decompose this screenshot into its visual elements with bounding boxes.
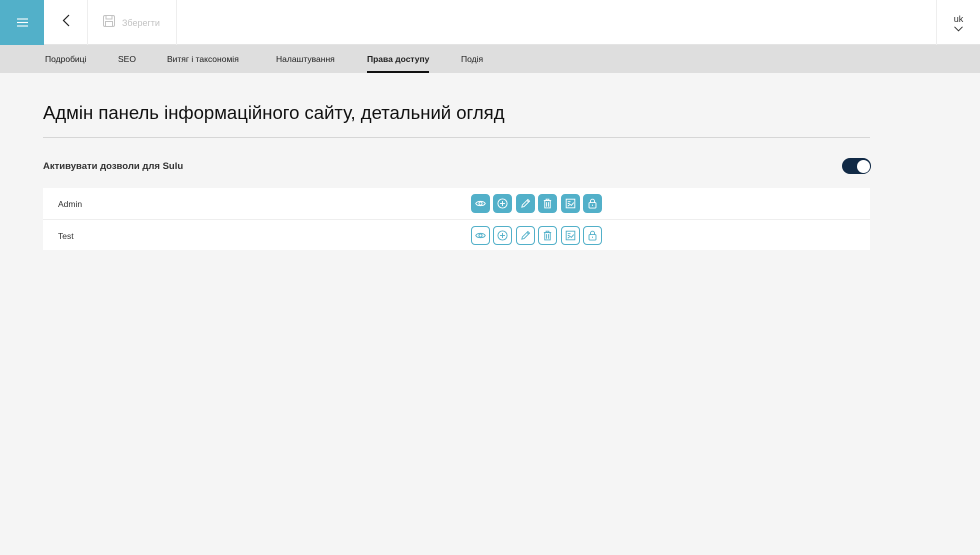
trash-icon [544,198,552,209]
publish-icon [565,230,575,241]
permission-security-button[interactable] [582,226,602,245]
permission-security-button[interactable] [582,194,602,213]
eye-icon [475,232,486,239]
tabs-bar: Подробиці SEO Витяг і таксономія Налашту… [0,45,980,73]
permission-add-button[interactable] [493,194,513,213]
menu-icon [16,14,28,32]
permission-delete-button[interactable] [538,194,558,213]
permission-edit-button[interactable] [515,226,535,245]
pencil-icon [520,230,530,240]
navigation-menu-button[interactable] [0,0,44,45]
save-button[interactable]: Зберегти [88,0,177,45]
permission-live-button[interactable] [560,226,580,245]
permission-buttons [471,194,602,213]
title-divider [43,137,870,138]
chevron-left-icon [62,14,70,32]
page-title: Адмін панель інформаційного сайту, детал… [43,102,505,123]
locale-label: uk [953,13,964,24]
tab-activity[interactable]: Подія [461,45,483,73]
permission-live-button[interactable] [560,194,580,213]
lock-icon [588,230,597,241]
permissions-toggle-label: Активувати дозволи для Sulu [43,161,184,172]
tab-details[interactable]: Подробиці [45,45,86,73]
permissions-toggle[interactable] [842,158,871,174]
plus-circle-icon [497,230,508,241]
tab-permissions[interactable]: Права доступу [367,45,430,73]
permission-delete-button[interactable] [538,226,558,245]
permission-view-button[interactable] [471,194,490,213]
trash-icon [544,230,552,241]
permission-add-button[interactable] [493,226,513,245]
table-row: Admin [43,188,870,219]
locale-switcher[interactable]: uk [936,0,980,45]
role-permissions-table: Admin Test [43,188,870,250]
permission-buttons [471,226,602,245]
back-button[interactable] [44,0,88,45]
tab-seo[interactable]: SEO [118,45,136,73]
chevron-down-icon [954,24,963,34]
table-row: Test [43,219,870,250]
pencil-icon [520,198,530,208]
toggle-knob [856,159,870,173]
toolbar: Зберегти uk [0,0,980,45]
plus-circle-icon [497,198,508,209]
permission-edit-button[interactable] [515,194,535,213]
permission-view-button[interactable] [471,226,490,245]
floppy-disk-icon [103,14,115,32]
tab-settings[interactable]: Налаштування [276,45,335,73]
publish-icon [565,198,575,209]
eye-icon [475,200,486,207]
role-name: Admin [58,198,83,209]
role-name: Test [58,230,74,241]
save-button-label: Зберегти [122,17,160,28]
tab-excerpt-taxonomies[interactable]: Витяг і таксономія [167,45,239,73]
lock-icon [588,198,597,209]
